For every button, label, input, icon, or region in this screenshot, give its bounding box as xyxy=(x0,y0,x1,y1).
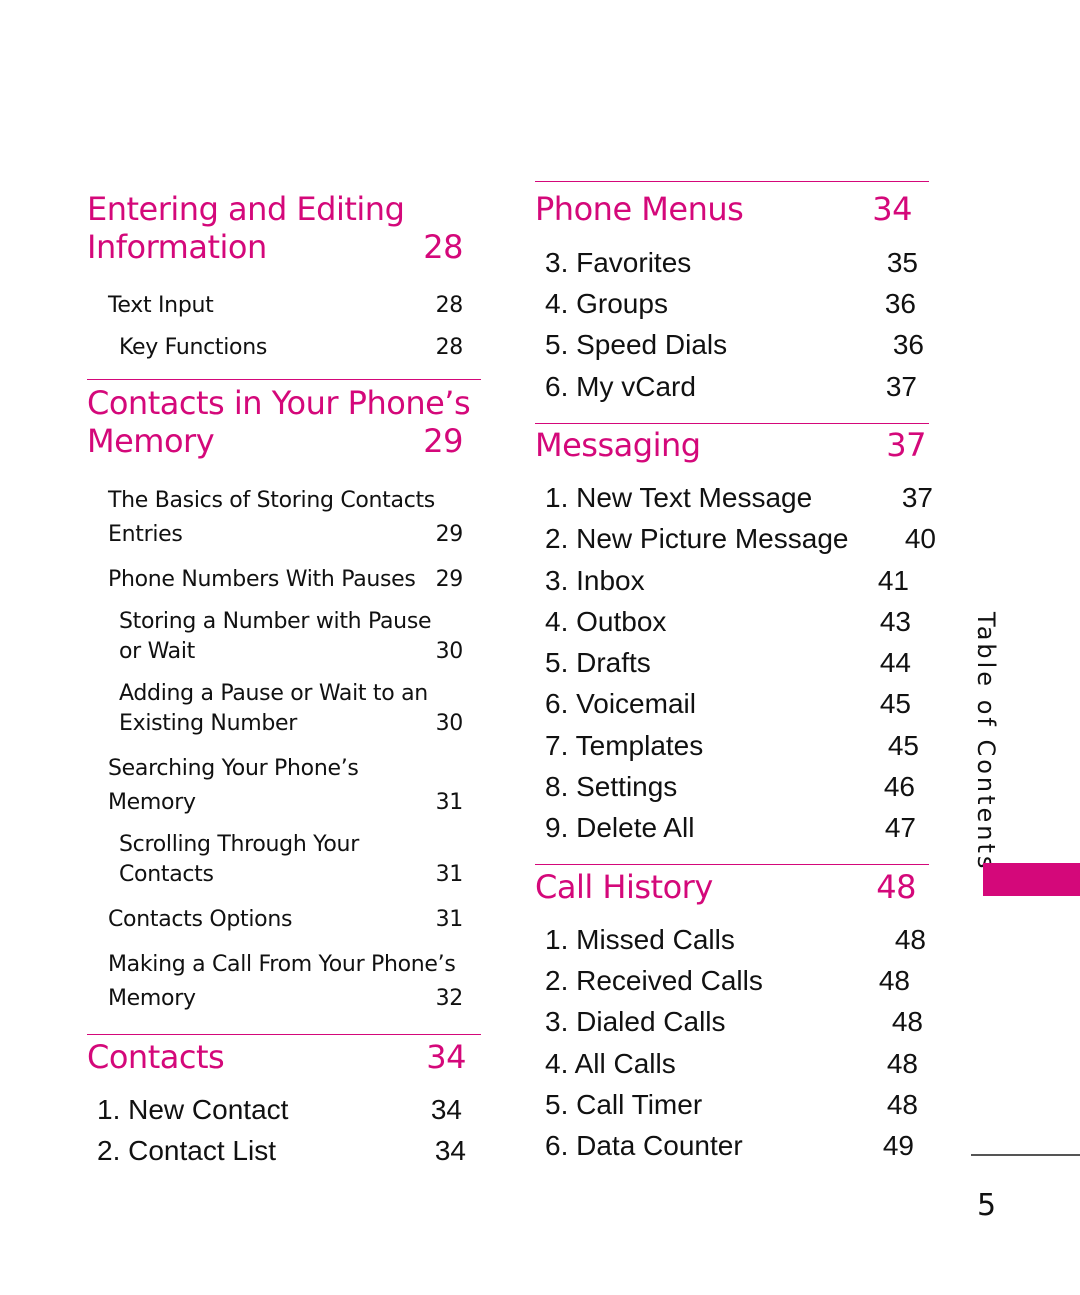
toc-entry-phone-numbers-pauses[interactable]: Phone Numbers With Pauses xyxy=(108,567,416,592)
toc-entry-voicemail[interactable]: 6. Voicemail xyxy=(545,688,696,720)
toc-entry-contacts-options[interactable]: Contacts Options xyxy=(108,907,292,932)
toc-entry-page: 28 xyxy=(435,335,464,360)
section-page-number: 48 xyxy=(876,868,916,906)
toc-entry-searching-memory[interactable]: Searching Your Phone’s xyxy=(108,756,359,781)
toc-entry-settings[interactable]: 8. Settings xyxy=(545,771,677,803)
toc-entry-page: 48 xyxy=(886,1048,918,1079)
section-title-contacts-memory[interactable]: Contacts in Your Phone’s xyxy=(87,384,471,422)
toc-entry-inbox[interactable]: 3. Inbox xyxy=(545,565,645,597)
toc-entry-missed-calls[interactable]: 1. Missed Calls xyxy=(545,924,735,956)
section-title-messaging[interactable]: Messaging xyxy=(535,426,701,464)
toc-entry-page: 47 xyxy=(884,812,916,843)
toc-entry-searching-memory-line2[interactable]: Memory xyxy=(108,790,196,815)
toc-entry-page: 31 xyxy=(435,790,464,815)
section-page-number: 37 xyxy=(886,426,926,464)
section-divider xyxy=(535,423,929,424)
toc-entry-storing-number-pause-line2[interactable]: or Wait xyxy=(119,639,195,664)
toc-entry-page: 32 xyxy=(435,986,464,1011)
toc-entry-delete-all[interactable]: 9. Delete All xyxy=(545,812,694,844)
section-title-call-history[interactable]: Call History xyxy=(535,868,713,906)
toc-entry-page: 31 xyxy=(435,862,464,887)
toc-entry-favorites[interactable]: 3. Favorites xyxy=(545,247,691,279)
footer-divider xyxy=(971,1154,1080,1156)
section-title-contacts[interactable]: Contacts xyxy=(87,1038,225,1076)
toc-entry-page: 37 xyxy=(901,482,933,513)
toc-entry-page: 49 xyxy=(882,1130,914,1161)
toc-entry-groups[interactable]: 4. Groups xyxy=(545,288,668,320)
section-title-contacts-memory-line2[interactable]: Memory xyxy=(87,422,215,460)
toc-entry-page: 40 xyxy=(904,523,936,554)
toc-entry-dialed-calls[interactable]: 3. Dialed Calls xyxy=(545,1006,726,1038)
toc-entry-contact-list[interactable]: 2. Contact List xyxy=(97,1135,276,1167)
section-divider xyxy=(535,181,929,182)
sidebar-table-of-contents-label: Table of Contents xyxy=(972,612,1000,872)
toc-entry-new-text-message[interactable]: 1. New Text Message xyxy=(545,482,812,514)
toc-entry-templates[interactable]: 7. Templates xyxy=(545,730,703,762)
toc-entry-drafts[interactable]: 5. Drafts xyxy=(545,647,651,679)
toc-entry-page: 41 xyxy=(877,565,909,596)
toc-entry-all-calls[interactable]: 4. All Calls xyxy=(545,1048,676,1080)
toc-entry-outbox[interactable]: 4. Outbox xyxy=(545,606,666,638)
toc-entry-basics-storing[interactable]: The Basics of Storing Contacts xyxy=(108,488,435,513)
toc-entry-new-contact[interactable]: 1. New Contact xyxy=(97,1094,288,1126)
toc-entry-page: 36 xyxy=(892,329,924,360)
section-divider xyxy=(535,864,929,865)
toc-entry-basics-storing-line2[interactable]: Entries xyxy=(108,522,183,547)
toc-entry-page: 45 xyxy=(887,730,919,761)
toc-entry-scrolling-contacts-line2[interactable]: Contacts xyxy=(119,862,214,887)
section-page-number: 28 xyxy=(423,228,463,266)
toc-entry-key-functions[interactable]: Key Functions xyxy=(119,335,267,360)
toc-entry-adding-pause[interactable]: Adding a Pause or Wait to an xyxy=(119,681,428,706)
toc-entry-page: 35 xyxy=(886,247,918,278)
toc-entry-my-vcard[interactable]: 6. My vCard xyxy=(545,371,696,403)
section-title-entering-editing-line2[interactable]: Information xyxy=(87,228,267,266)
toc-entry-page: 28 xyxy=(435,293,464,318)
toc-entry-making-call-line2[interactable]: Memory xyxy=(108,986,196,1011)
section-title-entering-editing[interactable]: Entering and Editing xyxy=(87,190,405,228)
toc-entry-page: 34 xyxy=(430,1094,462,1125)
toc-entry-data-counter[interactable]: 6. Data Counter xyxy=(545,1130,743,1162)
toc-entry-page: 46 xyxy=(883,771,915,802)
section-title-phone-menus[interactable]: Phone Menus xyxy=(535,190,744,228)
toc-entry-speed-dials[interactable]: 5. Speed Dials xyxy=(545,329,727,361)
toc-entry-page: 36 xyxy=(884,288,916,319)
toc-entry-page: 30 xyxy=(435,711,464,736)
toc-entry-scrolling-contacts[interactable]: Scrolling Through Your xyxy=(119,832,359,857)
section-page-number: 34 xyxy=(872,190,912,228)
section-page-number: 29 xyxy=(423,422,463,460)
toc-entry-adding-pause-line2[interactable]: Existing Number xyxy=(119,711,297,736)
toc-entry-page: 45 xyxy=(879,688,911,719)
toc-entry-storing-number-pause[interactable]: Storing a Number with Pause xyxy=(119,609,432,634)
toc-entry-call-timer[interactable]: 5. Call Timer xyxy=(545,1089,702,1121)
toc-entry-page: 34 xyxy=(434,1135,466,1166)
toc-entry-page: 44 xyxy=(879,647,911,678)
toc-entry-page: 48 xyxy=(886,1089,918,1120)
section-divider xyxy=(87,1034,481,1035)
toc-entry-page: 29 xyxy=(435,522,464,547)
toc-entry-page: 48 xyxy=(891,1006,923,1037)
toc-entry-received-calls[interactable]: 2. Received Calls xyxy=(545,965,763,997)
toc-entry-making-call[interactable]: Making a Call From Your Phone’s xyxy=(108,952,456,977)
toc-entry-page: 30 xyxy=(435,639,464,664)
toc-entry-page: 43 xyxy=(879,606,911,637)
toc-entry-page: 48 xyxy=(894,924,926,955)
section-tab-marker xyxy=(983,863,1080,896)
page-number: 5 xyxy=(977,1188,997,1223)
toc-entry-page: 48 xyxy=(878,965,910,996)
toc-entry-new-picture-message[interactable]: 2. New Picture Message xyxy=(545,523,848,555)
toc-entry-page: 37 xyxy=(885,371,917,402)
section-page-number: 34 xyxy=(426,1038,466,1076)
toc-entry-text-input[interactable]: Text Input xyxy=(108,293,214,318)
toc-entry-page: 31 xyxy=(435,907,464,932)
toc-entry-page: 29 xyxy=(435,567,464,592)
section-divider xyxy=(87,379,481,380)
